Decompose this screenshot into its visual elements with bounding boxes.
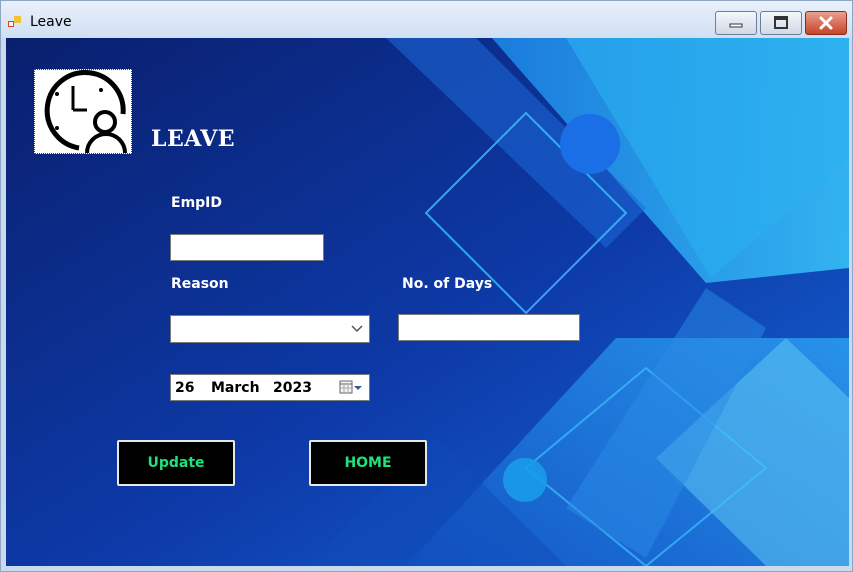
reason-label: Reason: [171, 276, 229, 292]
chevron-down-icon: [351, 325, 363, 333]
window-title: Leave: [30, 14, 72, 30]
empid-label: EmpID: [171, 195, 223, 211]
calendar-dropdown-button[interactable]: [339, 379, 365, 396]
date-picker[interactable]: 26 March 2023: [170, 374, 370, 401]
minimize-icon: [729, 23, 743, 28]
minimize-button[interactable]: [715, 11, 757, 35]
empid-field[interactable]: [170, 234, 324, 261]
home-button[interactable]: HOME: [309, 440, 427, 486]
close-icon: [819, 16, 833, 30]
close-button[interactable]: [805, 11, 847, 35]
date-day[interactable]: 26: [175, 380, 211, 396]
title-bar[interactable]: Leave: [1, 1, 852, 38]
logo: [34, 69, 132, 154]
form-client-area: LEAVE EmpID Reason No. of Days 26 March …: [6, 38, 849, 566]
clock-person-icon: [44, 70, 127, 154]
update-button[interactable]: Update: [117, 440, 235, 486]
app-form-icon: [8, 16, 21, 27]
date-year[interactable]: 2023: [273, 380, 333, 396]
page-title: LEAVE: [151, 126, 236, 152]
leave-window: Leave LEAVE EmpID Reason No. of Days 26 …: [0, 0, 853, 572]
background-artwork: [6, 38, 849, 566]
days-field[interactable]: [398, 314, 580, 341]
reason-dropdown[interactable]: [170, 315, 370, 343]
days-label: No. of Days: [402, 276, 493, 292]
date-month[interactable]: March: [211, 380, 273, 396]
maximize-button[interactable]: [760, 11, 802, 35]
calendar-icon: [339, 380, 362, 393]
maximize-icon: [774, 16, 788, 29]
